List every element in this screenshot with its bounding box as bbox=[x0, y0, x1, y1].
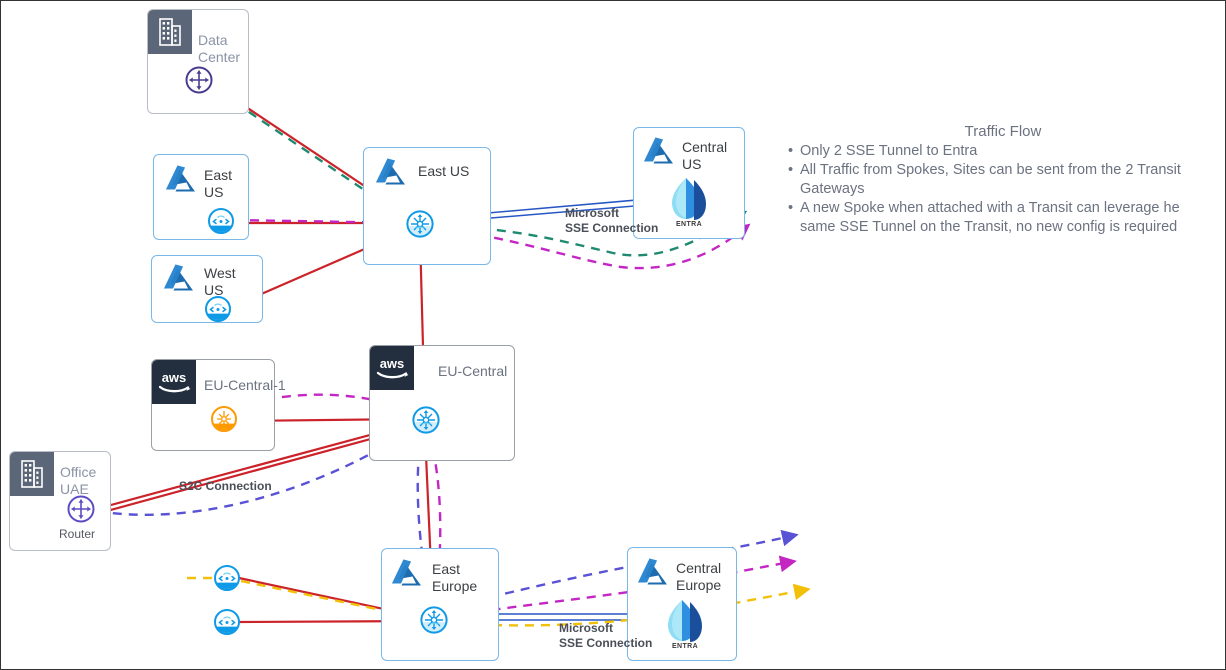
box-label-azure-central-europe: Central Europe bbox=[676, 560, 722, 593]
node-eu-central-1-spoke[interactable] bbox=[210, 405, 238, 433]
azure-logo-icon bbox=[374, 157, 408, 187]
edge-label-s2c-connection: S2C Connection bbox=[179, 479, 272, 493]
azure-logo-icon bbox=[162, 263, 196, 293]
box-label-azure-spoke-east-us: East US bbox=[204, 167, 233, 200]
svg-text:aws: aws bbox=[380, 356, 405, 371]
box-aws-transit-eu-central[interactable]: aws EU-Central bbox=[369, 345, 515, 461]
box-azure-transit-east-us[interactable]: East US bbox=[363, 147, 491, 265]
edge-label-sse-connection-us: Microsoft SSE Connection bbox=[565, 206, 659, 235]
node-eu-spoke-a[interactable] bbox=[213, 564, 241, 592]
azure-logo-icon bbox=[636, 557, 670, 587]
traffic-flow-panel: Traffic Flow Only 2 SSE Tunnel to Entra … bbox=[787, 123, 1219, 237]
traffic-flow-item: Only 2 SSE Tunnel to Entra bbox=[787, 142, 1219, 161]
node-data-center-router[interactable] bbox=[184, 65, 214, 95]
box-label-aws-transit-eu-central: EU-Central bbox=[438, 363, 508, 379]
box-label-azure-spoke-west-us: West US bbox=[204, 265, 236, 298]
diagram-canvas: Data Center East US West US East US Cent… bbox=[0, 0, 1226, 670]
azure-logo-icon bbox=[390, 558, 424, 588]
edge-label-sse-connection-eu: Microsoft SSE Connection bbox=[559, 621, 653, 650]
box-label-aws-spoke-eu-central-1: EU-Central-1 bbox=[204, 377, 286, 393]
traffic-flow-title: Traffic Flow bbox=[964, 123, 1042, 140]
node-west-us-spoke[interactable] bbox=[204, 295, 232, 323]
node-caption-uae-router: Router bbox=[59, 527, 96, 541]
building-icon bbox=[10, 452, 54, 496]
traffic-flow-list: Only 2 SSE Tunnel to Entra All Traffic f… bbox=[787, 142, 1219, 237]
node-eu-central-transit[interactable] bbox=[411, 405, 441, 435]
aws-logo-icon: aws bbox=[152, 360, 196, 404]
box-label-azure-central-us: Central US bbox=[682, 139, 728, 172]
node-eu-spoke-b[interactable] bbox=[213, 608, 241, 636]
azure-logo-icon bbox=[164, 164, 198, 194]
node-uae-router[interactable] bbox=[66, 494, 96, 524]
node-east-us-spoke[interactable] bbox=[207, 207, 235, 235]
box-data-center[interactable]: Data Center bbox=[147, 9, 249, 114]
box-label-azure-transit-east-europe: East Europe bbox=[432, 561, 478, 594]
building-icon bbox=[148, 10, 192, 54]
traffic-flow-item: All Traffic from Spokes, Sites can be se… bbox=[787, 161, 1219, 199]
node-east-us-transit[interactable] bbox=[405, 209, 435, 239]
svg-text:aws: aws bbox=[162, 370, 187, 385]
node-east-europe-transit[interactable] bbox=[419, 605, 449, 635]
traffic-flow-item: A new Spoke when attached with a Transit… bbox=[787, 199, 1219, 237]
box-label-azure-transit-east-us: East US bbox=[418, 163, 470, 179]
box-label-data-center: Data Center bbox=[198, 32, 241, 65]
aws-logo-icon: aws bbox=[370, 346, 414, 390]
azure-logo-icon bbox=[642, 136, 676, 166]
box-label-office-uae: Office UAE bbox=[60, 464, 97, 497]
